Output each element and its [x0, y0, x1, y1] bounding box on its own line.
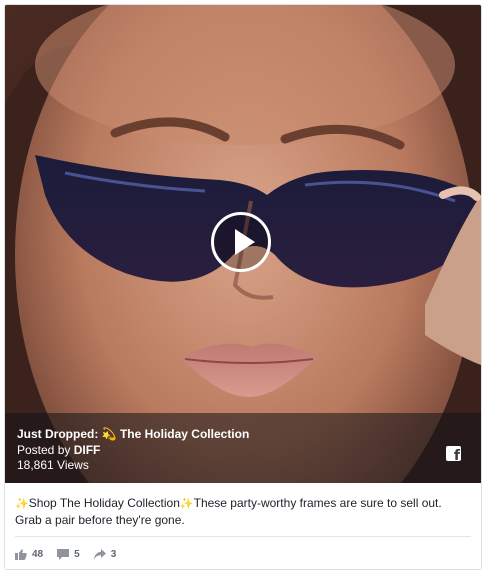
comment-icon — [57, 548, 70, 560]
share-count: 3 — [110, 548, 117, 560]
video-info-overlay: Just Dropped: 💫 The Holiday Collection P… — [5, 413, 481, 483]
facebook-logo-glyph: f — [453, 448, 460, 461]
video-player[interactable]: Just Dropped: 💫 The Holiday Collection P… — [5, 5, 481, 483]
comment-count-button[interactable]: 5 — [57, 548, 80, 560]
divider — [15, 536, 471, 537]
page-name-link[interactable]: DIFF — [74, 443, 101, 457]
thumbs-up-icon — [15, 548, 27, 560]
dizzy-emoji-icon: 💫 — [101, 427, 117, 441]
view-count: 18,861 Views — [17, 458, 89, 472]
posted-by-label: Posted by — [17, 443, 74, 457]
sparkles-icon: ✨ — [15, 497, 29, 510]
share-icon — [93, 548, 106, 559]
posted-by-line: Posted by DIFF — [17, 443, 100, 457]
play-icon — [235, 229, 255, 255]
facebook-icon[interactable]: f — [446, 446, 461, 461]
video-title[interactable]: Just Dropped: 💫 The Holiday Collection — [17, 427, 249, 441]
reaction-bar: 48 5 3 — [15, 546, 130, 562]
post-caption: ✨Shop The Holiday Collection✨These party… — [15, 495, 471, 529]
comment-count: 5 — [74, 548, 80, 560]
video-post-card: Just Dropped: 💫 The Holiday Collection P… — [4, 4, 482, 570]
caption-link: Shop The Holiday Collection — [28, 496, 180, 510]
sparkles-icon: ✨ — [179, 497, 194, 510]
share-count-button[interactable]: 3 — [93, 548, 117, 560]
play-button[interactable] — [211, 212, 271, 272]
like-count: 48 — [32, 548, 44, 560]
video-title-prefix: Just Dropped: — [17, 427, 102, 441]
video-title-suffix: The Holiday Collection — [116, 427, 250, 441]
like-count-button[interactable]: 48 — [15, 549, 43, 560]
